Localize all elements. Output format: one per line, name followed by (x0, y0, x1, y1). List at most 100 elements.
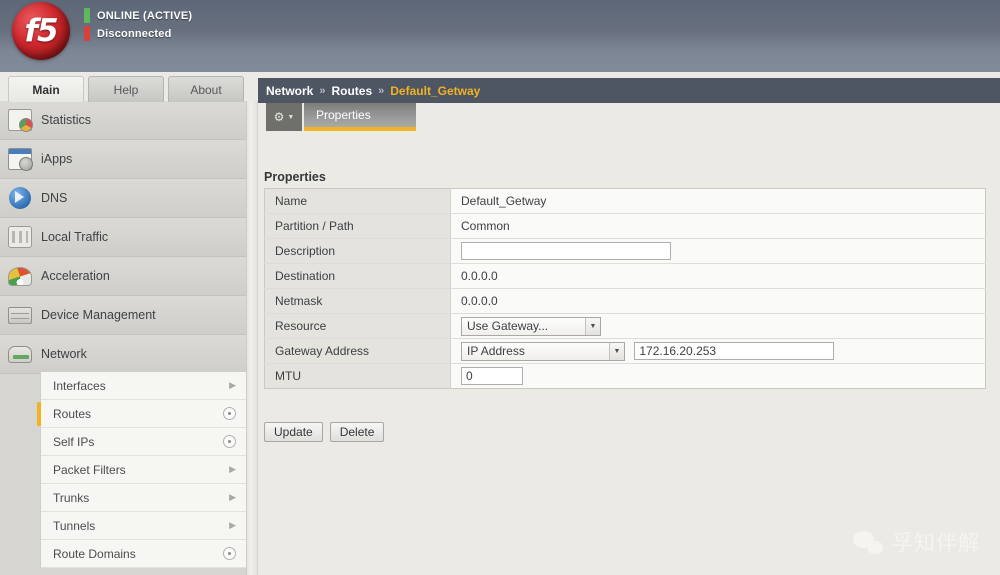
chevron-right-icon: ▶ (229, 380, 236, 390)
add-circle-icon[interactable] (223, 435, 236, 448)
submenu-item-trunks[interactable]: Trunks ▶ (41, 484, 246, 512)
status-online-label: ONLINE (ACTIVE) (97, 9, 193, 22)
row-label: Description (264, 238, 451, 264)
gateway-type-select[interactable]: IP Address ▼ (461, 341, 625, 361)
watermark-text: 孚知伴解 (892, 531, 980, 555)
chevron-right-icon: ▶ (229, 464, 236, 474)
sidebar-scrollbar[interactable] (246, 101, 258, 575)
secondary-tab-bar: ⚙ ▼ Properties (258, 103, 1000, 131)
gateway-type-value: IP Address (467, 344, 525, 358)
row-label: MTU (264, 363, 451, 389)
f5-ball-logo: f5 (12, 2, 70, 60)
sidebar-item-label: Device Management (41, 308, 156, 322)
gateway-ip-input[interactable] (634, 342, 835, 360)
local-traffic-icon (8, 226, 32, 248)
row-value-destination: 0.0.0.0 (450, 263, 986, 289)
tab-help[interactable]: Help (88, 76, 164, 102)
row-label: Partition / Path (264, 213, 451, 239)
table-row-description: Description (264, 238, 986, 264)
tab-properties[interactable]: Properties (304, 103, 416, 131)
sidebar-item-local-traffic[interactable]: Local Traffic (0, 218, 246, 257)
acceleration-gauge-icon (8, 265, 32, 287)
description-input[interactable] (461, 242, 671, 260)
table-row-mtu: MTU (264, 363, 986, 389)
watermark: 孚知伴解 (853, 527, 980, 557)
sidebar-item-label: Network (41, 347, 87, 361)
sidebar-item-dns[interactable]: DNS (0, 179, 246, 218)
main-content: Properties Name Default_Getway Partition… (258, 131, 1000, 575)
properties-table: Name Default_Getway Partition / Path Com… (264, 188, 986, 389)
table-row-name: Name Default_Getway (264, 188, 986, 214)
dns-globe-icon (8, 187, 32, 209)
network-icon (8, 343, 32, 365)
action-buttons: Update Delete (264, 422, 385, 442)
row-label: Resource (264, 313, 451, 339)
add-circle-icon[interactable] (223, 547, 236, 560)
sidebar-item-iapps[interactable]: iApps (0, 140, 246, 179)
table-row-partition: Partition / Path Common (264, 213, 986, 239)
sidebar-item-label: Acceleration (41, 269, 110, 283)
row-label: Gateway Address (264, 338, 451, 364)
breadcrumb: Network » Routes » Default_Getway (258, 78, 1000, 103)
status-disconnected-label: Disconnected (97, 27, 172, 40)
gear-icon: ⚙ (273, 110, 285, 124)
tab-main[interactable]: Main (8, 76, 84, 102)
breadcrumb-item-network[interactable]: Network (266, 84, 313, 98)
breadcrumb-separator: » (319, 84, 326, 97)
breadcrumb-separator: » (378, 84, 385, 97)
submenu-item-label: Interfaces (53, 378, 106, 393)
row-label: Destination (264, 263, 451, 289)
submenu-item-self-ips[interactable]: Self IPs (41, 428, 246, 456)
update-button[interactable]: Update (264, 422, 323, 442)
submenu-item-packet-filters[interactable]: Packet Filters ▶ (41, 456, 246, 484)
status-online: ONLINE (ACTIVE) (84, 8, 192, 23)
sidebar-item-label: Local Traffic (41, 230, 109, 244)
resource-select-value: Use Gateway... (467, 319, 549, 333)
submenu-item-label: Trunks (53, 490, 90, 505)
status-bar-red-icon (84, 26, 90, 41)
row-value-netmask: 0.0.0.0 (450, 288, 986, 314)
network-submenu: Interfaces ▶ Routes Self IPs Packet Filt… (37, 372, 246, 568)
status-bar-green-icon (84, 8, 90, 23)
submenu-item-interfaces[interactable]: Interfaces ▶ (41, 372, 246, 400)
resource-select[interactable]: Use Gateway... ▼ (461, 316, 601, 336)
chevron-down-icon: ▼ (287, 113, 295, 121)
mtu-input[interactable] (461, 367, 523, 385)
breadcrumb-item-routes[interactable]: Routes (331, 84, 372, 98)
table-row-netmask: Netmask 0.0.0.0 (264, 288, 986, 314)
row-value-partition: Common (450, 213, 986, 239)
submenu-item-label: Packet Filters (53, 462, 126, 477)
sidebar-item-statistics[interactable]: Statistics (0, 101, 246, 140)
table-row-resource: Resource Use Gateway... ▼ (264, 313, 986, 339)
page-title: Properties (264, 170, 326, 184)
chevron-down-icon: ▼ (609, 342, 624, 360)
delete-button[interactable]: Delete (329, 422, 385, 442)
f5-logo: f5 (12, 2, 74, 64)
chevron-down-icon: ▼ (585, 317, 600, 335)
sidebar-item-device-management[interactable]: Device Management (0, 296, 246, 335)
submenu-item-routes[interactable]: Routes (37, 400, 246, 428)
sidebar-item-network[interactable]: Network (0, 335, 246, 374)
submenu-item-route-domains[interactable]: Route Domains (41, 540, 246, 568)
add-circle-icon[interactable] (223, 407, 236, 420)
submenu-item-tunnels[interactable]: Tunnels ▶ (41, 512, 246, 540)
sidebar-item-acceleration[interactable]: Acceleration (0, 257, 246, 296)
chevron-right-icon: ▶ (229, 520, 236, 530)
sidebar-item-label: Statistics (41, 113, 92, 127)
f5-logo-text: f5 (24, 13, 58, 49)
row-label: Name (264, 188, 451, 214)
table-row-destination: Destination 0.0.0.0 (264, 263, 986, 289)
f5-bigip-configuration-utility: f5 ONLINE (ACTIVE) Disconnected Main Hel… (0, 0, 1000, 575)
gear-menu-button[interactable]: ⚙ ▼ (266, 103, 302, 131)
row-label: Netmask (264, 288, 451, 314)
tab-properties-label: Properties (316, 108, 371, 122)
tab-about[interactable]: About (168, 76, 244, 102)
chevron-right-icon: ▶ (229, 492, 236, 502)
row-value-name: Default_Getway (450, 188, 986, 214)
submenu-item-label: Self IPs (53, 434, 95, 449)
status-connection: Disconnected (84, 26, 172, 41)
statistics-icon (8, 109, 33, 132)
wechat-icon (853, 530, 883, 554)
primary-tabs: Main Help About (8, 76, 244, 102)
iapps-icon (8, 148, 33, 171)
